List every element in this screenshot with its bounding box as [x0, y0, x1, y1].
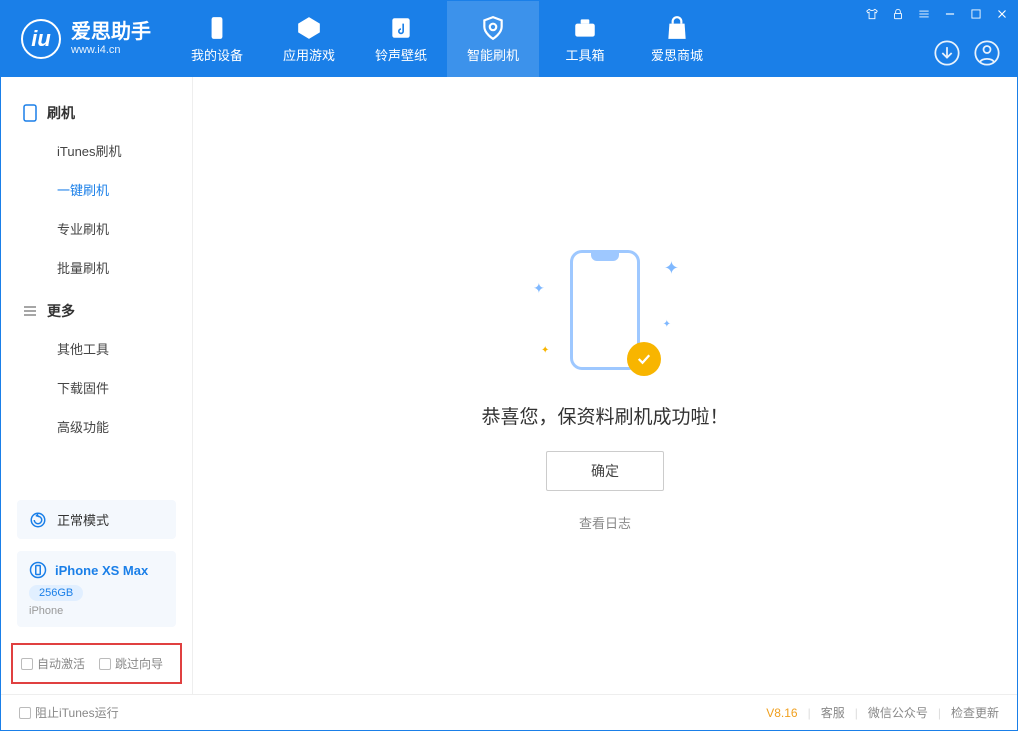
link-wechat[interactable]: 微信公众号: [868, 704, 928, 721]
shield-icon: [480, 15, 506, 41]
device-storage: 256GB: [29, 585, 83, 601]
version-label: V8.16: [766, 706, 797, 720]
link-support[interactable]: 客服: [821, 704, 845, 721]
tab-label: 智能刷机: [467, 45, 519, 64]
tab-store[interactable]: 爱思商城: [631, 1, 723, 77]
device-icon: [204, 15, 230, 41]
device-name: iPhone XS Max: [55, 563, 148, 578]
device-mode-box[interactable]: 正常模式: [17, 500, 176, 539]
logo-icon: iu: [21, 19, 61, 59]
tab-label: 工具箱: [565, 45, 604, 64]
view-log-link[interactable]: 查看日志: [579, 513, 631, 532]
sidebar-item-oneclick-flash[interactable]: 一键刷机: [1, 170, 192, 209]
section-header-flash: 刷机: [1, 95, 192, 131]
lock-icon[interactable]: [891, 7, 905, 24]
checkbox-icon: [21, 658, 33, 670]
titlebar-controls: [865, 7, 1009, 24]
tab-label: 爱思商城: [651, 45, 703, 64]
link-check-update[interactable]: 检查更新: [951, 704, 999, 721]
device-box[interactable]: iPhone XS Max 256GB iPhone: [17, 551, 176, 627]
bag-icon: [664, 15, 690, 41]
tab-apps[interactable]: 应用游戏: [263, 1, 355, 77]
success-message: 恭喜您，保资料刷机成功啦！: [481, 402, 728, 429]
toolbox-icon: [572, 15, 598, 41]
checkbox-skip-guide[interactable]: 跳过向导: [99, 655, 163, 672]
checkbox-label: 阻止iTunes运行: [35, 704, 119, 721]
app-name-cn: 爱思助手: [71, 20, 151, 44]
checkmark-badge-icon: [627, 342, 661, 376]
success-illustration: ✦ ✦ ✦ ✦: [505, 240, 705, 380]
sparkle-icon: ✦: [663, 319, 671, 330]
sparkle-icon: ✦: [541, 345, 549, 356]
ok-button[interactable]: 确定: [546, 451, 664, 491]
sidebar-item-advanced[interactable]: 高级功能: [1, 407, 192, 446]
tab-flash[interactable]: 智能刷机: [447, 1, 539, 77]
sidebar-item-other-tools[interactable]: 其他工具: [1, 329, 192, 368]
bottom-options-highlight: 自动激活 跳过向导: [11, 643, 182, 684]
body: 刷机 iTunes刷机 一键刷机 专业刷机 批量刷机 更多 其他工具 下载固件 …: [1, 77, 1017, 694]
main-panel: ✦ ✦ ✦ ✦ 恭喜您，保资料刷机成功啦！ 确定 查看日志: [193, 77, 1017, 694]
tab-ringtones[interactable]: 铃声壁纸: [355, 1, 447, 77]
tab-label: 铃声壁纸: [375, 45, 427, 64]
tab-toolbox[interactable]: 工具箱: [539, 1, 631, 77]
sidebar-item-itunes-flash[interactable]: iTunes刷机: [1, 131, 192, 170]
checkbox-auto-activate[interactable]: 自动激活: [21, 655, 85, 672]
header: iu 爱思助手 www.i4.cn 我的设备 应用游戏 铃声壁纸 智能刷机: [1, 1, 1017, 77]
logo-text: 爱思助手 www.i4.cn: [71, 20, 151, 57]
maximize-button[interactable]: [969, 7, 983, 24]
sidebar-item-pro-flash[interactable]: 专业刷机: [1, 209, 192, 248]
sidebar: 刷机 iTunes刷机 一键刷机 专业刷机 批量刷机 更多 其他工具 下载固件 …: [1, 77, 193, 694]
device-type: iPhone: [29, 605, 164, 617]
logo: iu 爱思助手 www.i4.cn: [1, 1, 171, 77]
sparkle-icon: ✦: [664, 258, 679, 279]
sidebar-item-batch-flash[interactable]: 批量刷机: [1, 248, 192, 287]
music-icon: [388, 15, 414, 41]
tab-label: 应用游戏: [283, 45, 335, 64]
minimize-button[interactable]: [943, 7, 957, 24]
phone-icon: [23, 104, 37, 122]
user-icon[interactable]: [973, 39, 1001, 67]
checkbox-icon: [19, 707, 31, 719]
sidebar-item-download-firmware[interactable]: 下载固件: [1, 368, 192, 407]
app-name-en: www.i4.cn: [71, 44, 151, 57]
app-window: iu 爱思助手 www.i4.cn 我的设备 应用游戏 铃声壁纸 智能刷机: [0, 0, 1018, 731]
refresh-icon: [29, 511, 47, 529]
status-bar: 阻止iTunes运行 V8.16 | 客服 | 微信公众号 | 检查更新: [1, 694, 1017, 730]
checkbox-label: 跳过向导: [115, 655, 163, 672]
section-header-more: 更多: [1, 293, 192, 329]
checkbox-label: 自动激活: [37, 655, 85, 672]
sparkle-icon: ✦: [533, 280, 545, 297]
tshirt-icon[interactable]: [865, 7, 879, 24]
sidebar-section-more: 更多 其他工具 下载固件 高级功能: [1, 293, 192, 446]
checkbox-block-itunes[interactable]: 阻止iTunes运行: [19, 704, 119, 721]
menu-icon[interactable]: [917, 7, 931, 24]
tab-my-device[interactable]: 我的设备: [171, 1, 263, 77]
checkbox-icon: [99, 658, 111, 670]
close-button[interactable]: [995, 7, 1009, 24]
phone-icon: [29, 561, 47, 579]
header-right: [933, 39, 1001, 67]
download-icon[interactable]: [933, 39, 961, 67]
nav-tabs: 我的设备 应用游戏 铃声壁纸 智能刷机 工具箱 爱思商城: [171, 1, 723, 77]
cube-icon: [296, 15, 322, 41]
tab-label: 我的设备: [191, 45, 243, 64]
mode-label: 正常模式: [57, 510, 109, 529]
list-icon: [23, 304, 37, 318]
sidebar-section-flash: 刷机 iTunes刷机 一键刷机 专业刷机 批量刷机: [1, 95, 192, 287]
